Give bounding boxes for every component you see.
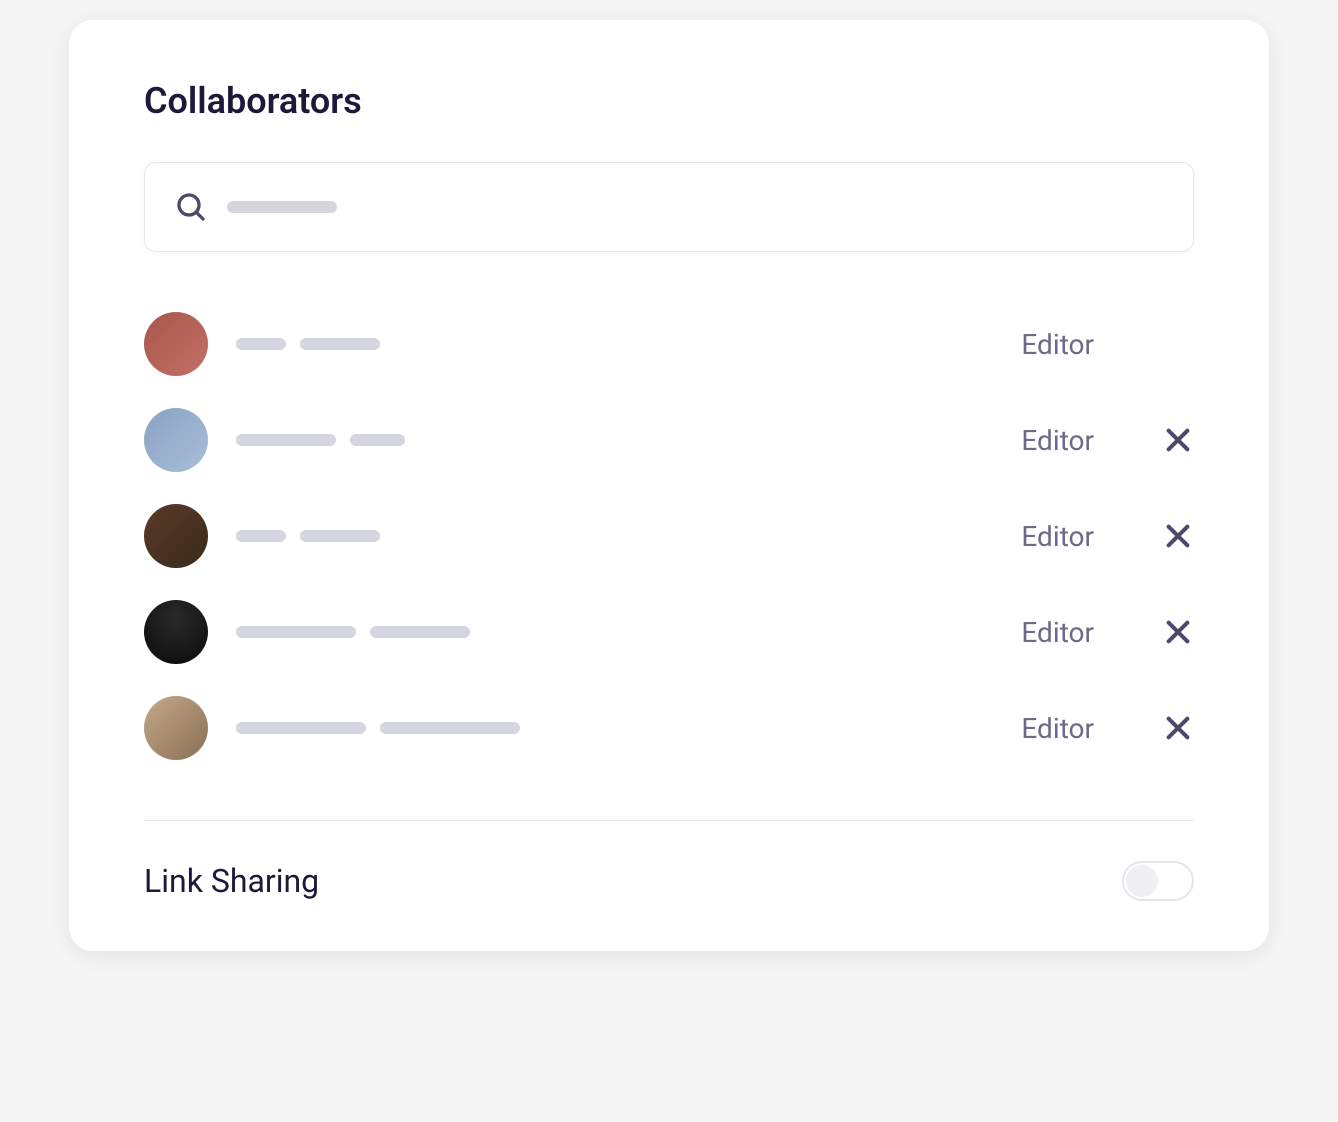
collaborator-list: Editor Editor Edito [144,312,1194,760]
collaborators-panel: Collaborators Editor [69,20,1269,951]
collaborator-name-placeholder [236,338,993,350]
remove-collaborator-button[interactable] [1162,616,1194,648]
collaborator-name-placeholder [236,530,993,542]
role-select[interactable]: Editor [1021,328,1094,361]
collaborator-row: Editor [144,696,1194,760]
role-select[interactable]: Editor [1021,520,1094,553]
search-placeholder [227,201,337,213]
remove-collaborator-button[interactable] [1162,520,1194,552]
avatar [144,408,208,472]
collaborator-name-placeholder [236,626,993,638]
avatar [144,504,208,568]
avatar [144,696,208,760]
toggle-knob [1126,865,1158,897]
search-icon [175,191,207,223]
link-sharing-toggle[interactable] [1122,861,1194,901]
collaborator-row: Editor [144,408,1194,472]
collaborator-row: Editor [144,312,1194,376]
collaborator-name-placeholder [236,722,993,734]
avatar [144,600,208,664]
section-divider [144,820,1194,821]
link-sharing-label: Link Sharing [144,862,319,900]
remove-collaborator-button[interactable] [1162,712,1194,744]
collaborator-row: Editor [144,600,1194,664]
role-select[interactable]: Editor [1021,616,1094,649]
search-input[interactable] [144,162,1194,252]
collaborator-row: Editor [144,504,1194,568]
panel-title: Collaborators [144,80,1194,122]
avatar [144,312,208,376]
link-sharing-row: Link Sharing [144,861,1194,901]
remove-collaborator-button[interactable] [1162,424,1194,456]
role-select[interactable]: Editor [1021,712,1094,745]
role-select[interactable]: Editor [1021,424,1094,457]
collaborator-name-placeholder [236,434,993,446]
